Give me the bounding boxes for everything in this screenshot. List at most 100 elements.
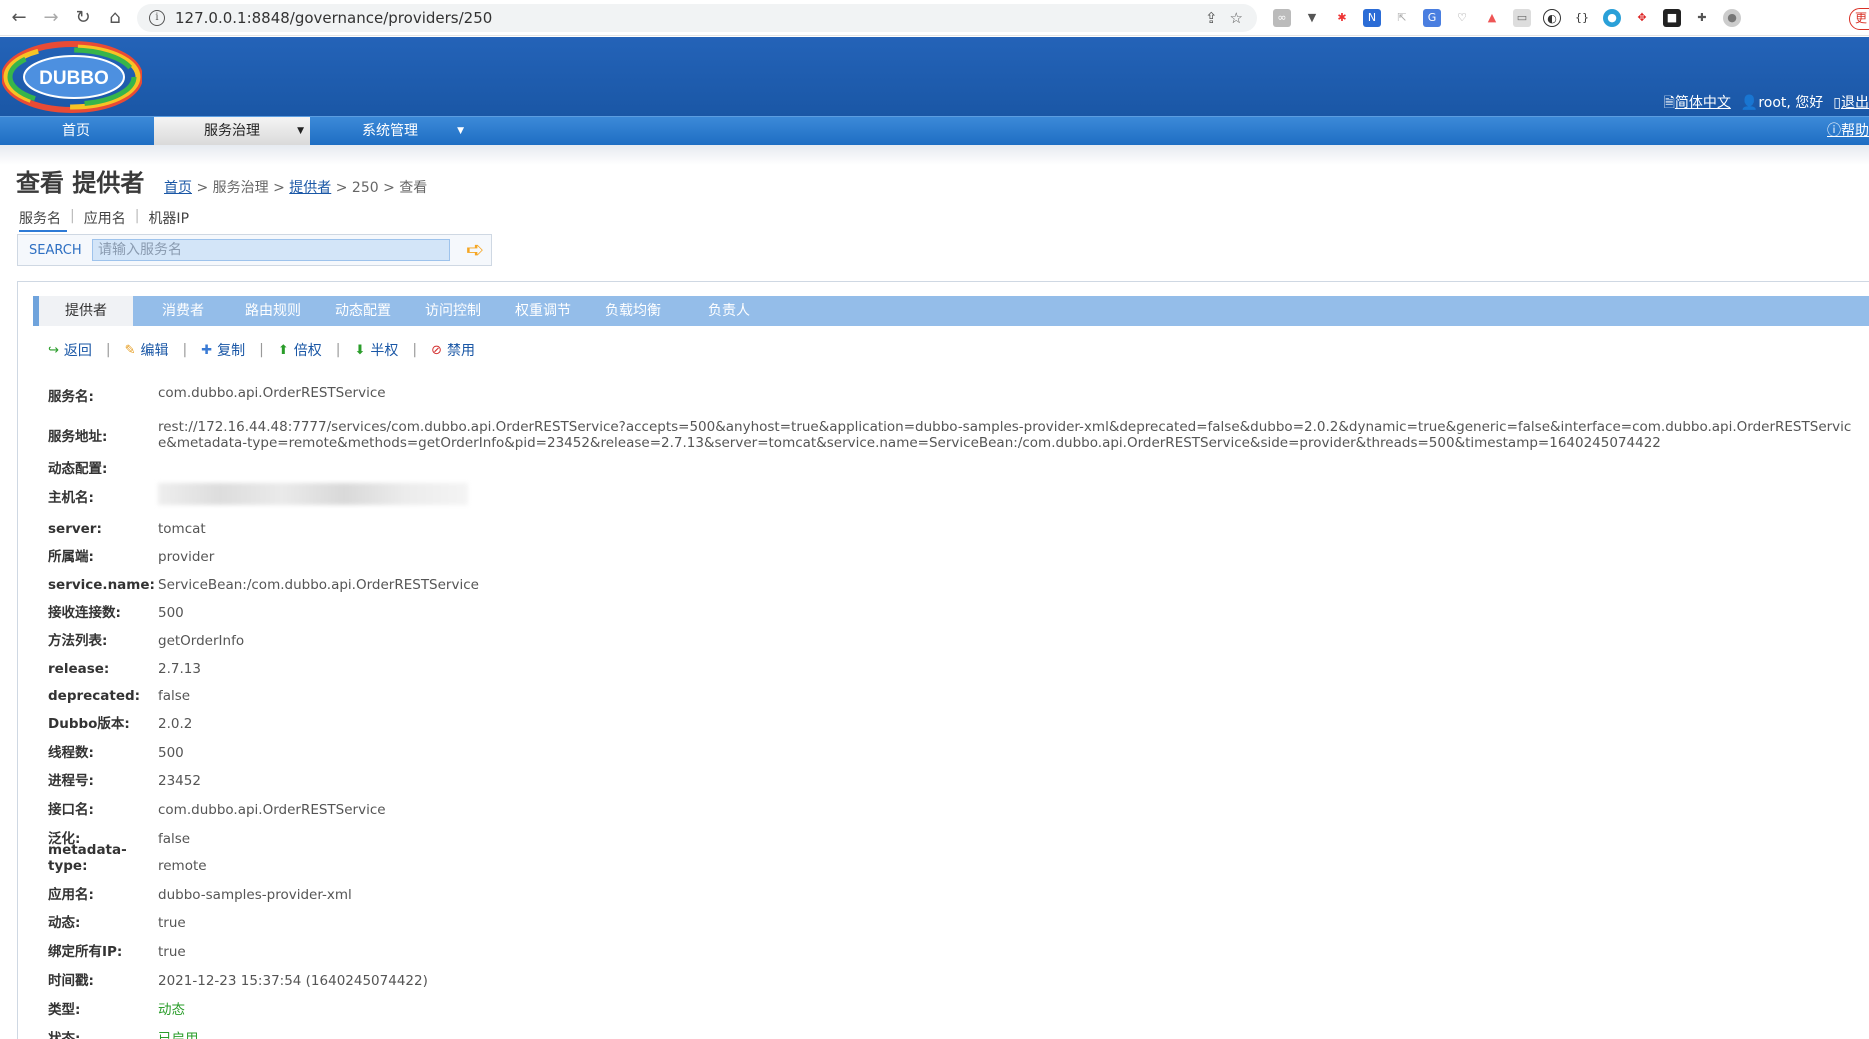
extension-icon[interactable]: ■ xyxy=(1663,8,1681,27)
caret-down-icon: ▼ xyxy=(297,126,304,136)
back-button[interactable]: ↪ 返回 xyxy=(48,340,92,360)
detail-row: 接口名: com.dubbo.api.OrderRESTService xyxy=(48,789,1868,818)
divider: | xyxy=(105,342,111,358)
copy-button[interactable]: ✚ 复制 xyxy=(201,340,245,360)
detail-value: com.dubbo.api.OrderRESTService xyxy=(158,802,386,818)
tab-loadbalance[interactable]: 负载均衡 xyxy=(593,296,673,326)
dubbo-logo[interactable]: DUBBO xyxy=(2,41,142,113)
search-input[interactable] xyxy=(92,239,450,261)
extension-icon[interactable]: ● xyxy=(1603,8,1621,27)
search-tab-service[interactable]: 服务名 xyxy=(19,208,67,232)
detail-key: metadata-type: xyxy=(48,842,127,874)
extension-icon[interactable]: ♡ xyxy=(1453,8,1471,27)
user-greeting-text: root, 您好 xyxy=(1758,95,1824,111)
breadcrumb-providers[interactable]: 提供者 xyxy=(289,180,331,196)
detail-row: 主机名: xyxy=(48,483,1868,509)
extension-new-icon[interactable]: N xyxy=(1363,8,1381,27)
share-icon[interactable]: ⇪ xyxy=(1205,9,1218,27)
detail-row: server: tomcat xyxy=(48,509,1868,537)
menu-item-system[interactable]: 系统管理 ▼ xyxy=(312,117,468,145)
tab-overrides[interactable]: 动态配置 xyxy=(323,296,403,326)
disable-button[interactable]: ⊘ 禁用 xyxy=(431,340,475,360)
back-icon[interactable]: ← xyxy=(3,7,35,28)
half-weight-button[interactable]: ⬇ 半权 xyxy=(355,340,399,360)
language-switch[interactable]: 简体中文 xyxy=(1675,95,1731,111)
translate-icon[interactable]: G xyxy=(1423,8,1441,27)
url-text: 127.0.0.1:8848/governance/providers/250 xyxy=(175,8,493,27)
detail-key: 线程数: xyxy=(48,745,94,761)
menu-item-governance-label: 服务治理 xyxy=(204,123,260,139)
logout-link[interactable]: ▯退出 xyxy=(1833,92,1869,116)
double-weight-button[interactable]: ⬆ 倍权 xyxy=(278,340,322,360)
arrow-down-icon: ⬇ xyxy=(354,342,366,358)
caret-down-icon: ▼ xyxy=(457,126,464,136)
forward-icon[interactable]: → xyxy=(35,7,67,28)
breadcrumb-governance: 服务治理 xyxy=(212,180,269,196)
info-icon[interactable]: i xyxy=(149,9,165,26)
vue-devtools-icon[interactable]: ▼ xyxy=(1303,8,1321,27)
main-menu: 首页 服务治理 ▼ 系统管理 ▼ ⓘ帮助 xyxy=(0,116,1869,145)
detail-row: 状态: 已启用 xyxy=(48,1018,1868,1039)
detail-row: 所属端: provider xyxy=(48,537,1868,565)
browser-toolbar: ← → ↻ ⌂ i 127.0.0.1:8848/governance/prov… xyxy=(0,0,1869,36)
extension-icon[interactable]: ◐ xyxy=(1543,8,1561,27)
detail-row: 接收连接数: 500 xyxy=(48,593,1868,621)
back-label: 返回 xyxy=(63,343,92,359)
detail-value xyxy=(158,483,468,509)
tab-weights[interactable]: 权重调节 xyxy=(503,296,583,326)
detail-key: 状态: xyxy=(48,1031,81,1039)
page-title: 查看 提供者 xyxy=(16,169,145,197)
json-icon[interactable]: {} xyxy=(1573,8,1591,27)
breadcrumb-home[interactable]: 首页 xyxy=(164,180,192,196)
detail-value: 500 xyxy=(158,605,184,621)
tab-routes[interactable]: 路由规则 xyxy=(233,296,313,326)
tab-access[interactable]: 访问控制 xyxy=(413,296,493,326)
extension-icon[interactable]: ✱ xyxy=(1333,8,1351,27)
logout-text[interactable]: 退出 xyxy=(1841,95,1869,111)
detail-value: tomcat xyxy=(158,521,206,537)
search-tab-ip[interactable]: 机器IP xyxy=(142,208,195,232)
detail-value: ServiceBean:/com.dubbo.api.OrderRESTServ… xyxy=(158,577,479,593)
double-weight-label: 倍权 xyxy=(293,343,322,359)
detail-key: 动态配置: xyxy=(48,461,108,477)
arrow-right-icon[interactable]: ➪ xyxy=(466,238,484,263)
detail-row: metadata-type: remote xyxy=(48,842,1868,874)
detail-key: 类型: xyxy=(48,1002,81,1018)
logo-text: DUBBO xyxy=(39,68,109,89)
detail-value: true xyxy=(158,944,186,960)
extension-icon[interactable]: ▲ xyxy=(1483,8,1501,27)
detail-row: 服务名: com.dubbo.api.OrderRESTService xyxy=(48,385,1868,413)
menu-item-governance[interactable]: 服务治理 ▼ xyxy=(154,117,310,145)
user-icon: 👤 xyxy=(1740,95,1759,111)
divider: | xyxy=(259,342,264,358)
extension-icon[interactable]: ∞ xyxy=(1273,8,1291,27)
detail-key: release: xyxy=(48,661,110,677)
detail-key: 服务地址: xyxy=(48,429,108,445)
language-link[interactable]: 🗎简体中文 xyxy=(1664,92,1731,116)
extension-icon[interactable]: ⇱ xyxy=(1393,8,1411,27)
detail-key: 动态: xyxy=(48,915,81,931)
puzzle-icon[interactable]: ✚ xyxy=(1693,8,1711,27)
extension-icon[interactable]: ▭ xyxy=(1513,8,1531,27)
copy-label: 复制 xyxy=(217,343,246,359)
detail-key: 接口名: xyxy=(48,802,94,818)
detail-key: server: xyxy=(48,521,102,537)
search-tab-application[interactable]: 应用名 xyxy=(78,208,132,232)
help-text: 帮助 xyxy=(1841,123,1869,139)
edit-label: 编辑 xyxy=(140,343,169,359)
bookmark-star-icon[interactable]: ☆ xyxy=(1230,9,1243,27)
menu-item-home[interactable]: 首页 xyxy=(0,117,152,145)
detail-value: 23452 xyxy=(158,773,201,789)
profile-icon[interactable]: ● xyxy=(1723,8,1741,27)
update-button[interactable]: 更新 xyxy=(1849,8,1869,30)
breadcrumb-id: 250 xyxy=(351,180,379,196)
help-link[interactable]: ⓘ帮助 xyxy=(1827,117,1869,145)
home-icon[interactable]: ⌂ xyxy=(99,7,131,28)
tab-consumers[interactable]: 消费者 xyxy=(143,296,223,326)
reload-icon[interactable]: ↻ xyxy=(67,7,99,28)
edit-button[interactable]: ✎ 编辑 xyxy=(125,340,169,360)
tab-providers[interactable]: 提供者 xyxy=(33,296,133,326)
address-bar[interactable]: i 127.0.0.1:8848/governance/providers/25… xyxy=(137,3,1257,32)
tab-owners[interactable]: 负责人 xyxy=(689,296,769,326)
extension-icon[interactable]: ✥ xyxy=(1633,8,1651,27)
